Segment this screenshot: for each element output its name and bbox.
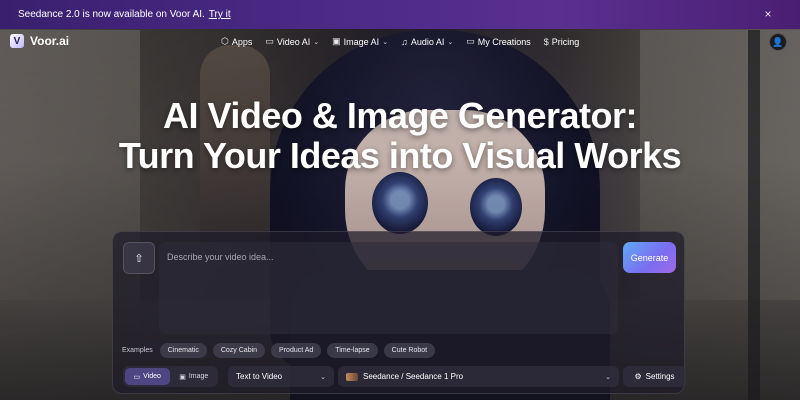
dollar-icon: $ bbox=[543, 36, 549, 47]
nav-item-label: Image AI bbox=[343, 36, 380, 47]
hero: AI Video & Image Generator: Turn Your Id… bbox=[0, 96, 800, 176]
chevron-down-icon: ⌄ bbox=[382, 38, 389, 46]
model-select[interactable]: Seedance / Seedance 1 Pro ⌄ bbox=[338, 366, 619, 387]
gear-icon: ⚙ bbox=[634, 372, 642, 381]
example-chip-time-lapse[interactable]: Time-lapse bbox=[327, 343, 378, 358]
cube-icon: ⬡ bbox=[221, 36, 229, 46]
nav-item-label: My Creations bbox=[477, 36, 531, 47]
image-icon: ▣ bbox=[332, 36, 341, 46]
nav-item-label: Audio AI bbox=[410, 36, 445, 47]
video-icon: ▭ bbox=[133, 373, 141, 381]
user-avatar-button[interactable]: 👤 bbox=[769, 33, 787, 51]
settings-button[interactable]: ⚙ Settings bbox=[623, 366, 686, 387]
announcement-try-link[interactable]: Try it bbox=[209, 9, 231, 20]
chevron-down-icon: ⌄ bbox=[320, 373, 326, 381]
hero-title-line-2: Turn Your Ideas into Visual Works bbox=[118, 135, 682, 176]
prompt-input[interactable] bbox=[159, 242, 618, 334]
example-chip-cinematic[interactable]: Cinematic bbox=[159, 343, 207, 358]
upload-button[interactable]: ⇧ bbox=[123, 242, 155, 274]
mode-image-tab[interactable]: ▣ Image bbox=[172, 368, 217, 385]
mode-video-tab[interactable]: ▭ Video bbox=[125, 368, 170, 385]
nav-item-label: Video AI bbox=[276, 36, 311, 47]
examples-label: Examples bbox=[122, 347, 153, 354]
model-thumbnail bbox=[346, 372, 358, 381]
chevron-down-icon: ⌄ bbox=[447, 38, 454, 46]
generator-panel: ⇧ Generate Examples Cinematic Cozy Cabin… bbox=[112, 231, 686, 394]
settings-label: Settings bbox=[645, 372, 675, 381]
examples-row: Examples Cinematic Cozy Cabin Product Ad… bbox=[122, 343, 436, 358]
brand-name: Voor.ai bbox=[30, 34, 70, 48]
video-icon: ▭ bbox=[265, 36, 274, 46]
example-chip-product-ad[interactable]: Product Ad bbox=[271, 343, 322, 358]
chevron-down-icon: ⌄ bbox=[605, 373, 611, 381]
nav-item-my-creations[interactable]: ▭ My Creations bbox=[466, 36, 531, 47]
generate-button[interactable]: Generate bbox=[623, 242, 676, 273]
nav-item-apps[interactable]: ⬡ Apps bbox=[221, 36, 252, 47]
hero-title: AI Video & Image Generator: Turn Your Id… bbox=[0, 96, 800, 176]
nav-item-video-ai[interactable]: ▭ Video AI ⌄ bbox=[265, 36, 319, 47]
top-nav: V Voor.ai ⬡ Apps ▭ Video AI ⌄ ▣ Image AI… bbox=[0, 29, 800, 57]
music-icon: ♫ bbox=[401, 36, 408, 47]
upload-icon: ⇧ bbox=[134, 252, 144, 265]
mode-label: Image bbox=[188, 373, 209, 380]
select-value: Seedance / Seedance 1 Pro bbox=[363, 372, 464, 381]
nav-item-audio-ai[interactable]: ♫ Audio AI ⌄ bbox=[401, 36, 453, 47]
user-icon: 👤 bbox=[772, 36, 784, 47]
example-chip-cozy-cabin[interactable]: Cozy Cabin bbox=[212, 343, 266, 358]
nav-item-pricing[interactable]: $ Pricing bbox=[544, 36, 580, 47]
nav-menu: ⬡ Apps ▭ Video AI ⌄ ▣ Image AI ⌄ ♫ Audio… bbox=[221, 36, 579, 47]
controls-row: ▭ Video ▣ Image Text to Video ⌄ Seedance… bbox=[123, 366, 686, 387]
select-value: Text to Video bbox=[236, 372, 283, 381]
example-chip-cute-robot[interactable]: Cute Robot bbox=[383, 343, 436, 358]
mode-label: Video bbox=[143, 373, 161, 380]
nav-item-label: Apps bbox=[231, 36, 253, 47]
chevron-down-icon: ⌄ bbox=[313, 38, 320, 46]
nav-item-label: Pricing bbox=[551, 36, 580, 47]
folder-icon: ▭ bbox=[466, 36, 475, 46]
image-icon: ▣ bbox=[179, 373, 186, 381]
announcement-text: Seedance 2.0 is now available on Voor AI… bbox=[18, 9, 205, 20]
logo-icon: V bbox=[10, 34, 24, 48]
nav-item-image-ai[interactable]: ▣ Image AI ⌄ bbox=[332, 36, 388, 47]
close-icon[interactable]: × bbox=[762, 8, 774, 20]
hero-title-line-1: AI Video & Image Generator: bbox=[163, 95, 637, 136]
generation-mode-select[interactable]: Text to Video ⌄ bbox=[228, 366, 334, 387]
announcement-bar: Seedance 2.0 is now available on Voor AI… bbox=[0, 0, 800, 29]
media-type-toggle: ▭ Video ▣ Image bbox=[123, 366, 218, 387]
logo[interactable]: V Voor.ai bbox=[10, 34, 69, 48]
